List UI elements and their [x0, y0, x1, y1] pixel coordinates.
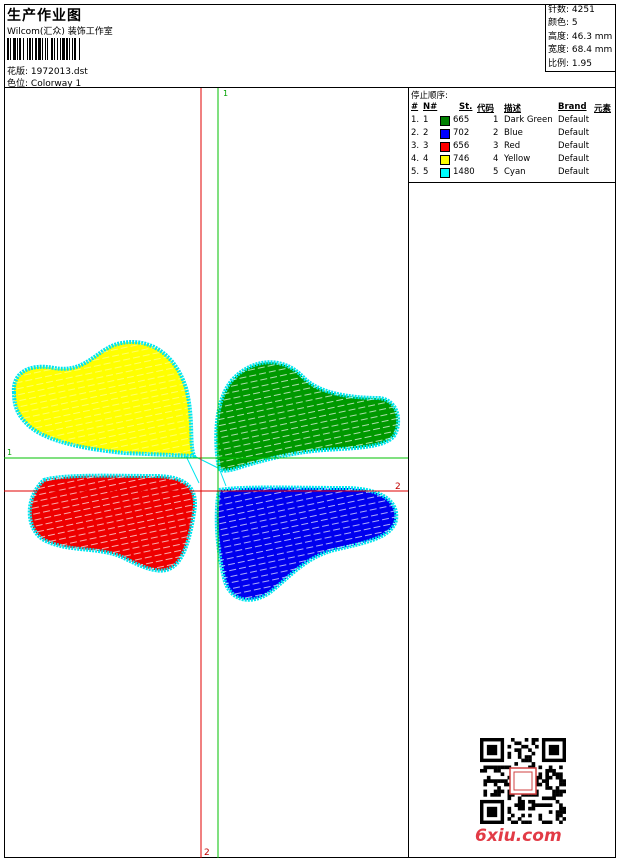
stop-row-3-needle: 3 — [423, 141, 429, 151]
stop-row-3-swatch — [440, 142, 450, 152]
barcode — [7, 38, 80, 60]
stop-row-2-seq: 2. — [411, 128, 420, 138]
stop-row-1-needle: 1 — [423, 115, 429, 125]
stop-row-5-brand: Default — [558, 167, 590, 177]
stat-colors: 颜色: 5 — [548, 18, 578, 29]
stop-sequence-table: 停止顺序: # N# St. 代码 描述 Brand 元素 1. 1 665 1 Dar… — [409, 88, 616, 183]
stop-row-4-seq: 4. — [411, 154, 420, 164]
stop-row-2-needle: 2 — [423, 128, 429, 138]
leaf-blue — [214, 485, 399, 602]
th-needle: N# — [423, 102, 438, 112]
stop-row-2-code: 2 — [493, 128, 499, 138]
th-code: 代码 — [477, 104, 495, 114]
stop-row-1-brand: Default — [558, 115, 590, 125]
stop-row-1-swatch — [440, 116, 450, 126]
stop-row-1-seq: 1. — [411, 115, 420, 125]
th-stitches: St. — [459, 102, 473, 112]
embroidery-preview: 1 1 2 2 — [4, 88, 408, 858]
stop-row-1-stitches: 665 — [453, 115, 470, 125]
stop-row-2-swatch — [440, 129, 450, 139]
guide-label-v-red: 2 — [204, 848, 210, 858]
th-seq: # — [411, 102, 419, 112]
stat-stitches: 针数: 4251 — [548, 5, 595, 15]
leaf-yellow — [11, 340, 197, 459]
stop-row-4-needle: 4 — [423, 154, 429, 164]
stat-height: 高度: 46.3 mm — [548, 31, 613, 42]
leaf-green — [214, 360, 401, 473]
stop-row-4-desc: Yellow — [504, 154, 531, 164]
qr-code — [480, 738, 566, 824]
stop-row-3-stitches: 656 — [453, 141, 470, 151]
stat-ratio: 比例: 1.95 — [548, 58, 592, 69]
th-desc: 描述 — [504, 104, 522, 114]
stat-width: 宽度: 68.4 mm — [548, 45, 613, 56]
stop-row-5-swatch — [440, 168, 450, 178]
guide-label-h-red: 2 — [395, 482, 401, 492]
header: 生产作业图 Wilcom(汇众) 装饰工作室 花版: 1972013.dst 色… — [4, 4, 616, 89]
th-element: 元素 — [594, 104, 612, 114]
stop-row-2-stitches: 702 — [453, 128, 470, 138]
stop-row-2-brand: Default — [558, 128, 590, 138]
stop-row-5-needle: 5 — [423, 167, 429, 177]
stop-row-5-stitches: 1480 — [453, 167, 475, 177]
stop-row-1-code: 1 — [493, 115, 499, 125]
stop-row-3-desc: Red — [504, 141, 521, 151]
page-title: 生产作业图 — [7, 8, 82, 24]
stop-row-3-code: 3 — [493, 141, 499, 151]
stop-row-4-swatch — [440, 155, 450, 165]
guide-label-v-green: 1 — [223, 89, 228, 98]
stop-row-4-brand: Default — [558, 154, 590, 164]
company-name: Wilcom(汇众) 装饰工作室 — [7, 27, 113, 37]
stop-row-5-desc: Cyan — [504, 167, 526, 177]
stop-row-4-stitches: 746 — [453, 154, 470, 164]
stop-row-1-desc: Dark Green — [504, 115, 553, 125]
stop-row-5-code: 5 — [493, 167, 499, 177]
leaf-red — [27, 473, 197, 573]
guide-label-h-green: 1 — [7, 448, 12, 457]
th-brand: Brand — [558, 102, 587, 112]
stats-box: 针数: 4251 颜色: 5 高度: 46.3 mm 宽度: 68.4 mm 比… — [545, 4, 616, 72]
stop-row-4-code: 4 — [493, 154, 499, 164]
stop-row-3-seq: 3. — [411, 141, 420, 151]
stop-row-2-desc: Blue — [504, 128, 523, 138]
design-canvas: 1 1 2 2 — [4, 88, 408, 858]
stop-row-5-seq: 5. — [411, 167, 420, 177]
stop-row-3-brand: Default — [558, 141, 590, 151]
watermark: 6xiu.com — [475, 826, 562, 846]
stop-sequence-title: 停止顺序: — [411, 91, 448, 101]
